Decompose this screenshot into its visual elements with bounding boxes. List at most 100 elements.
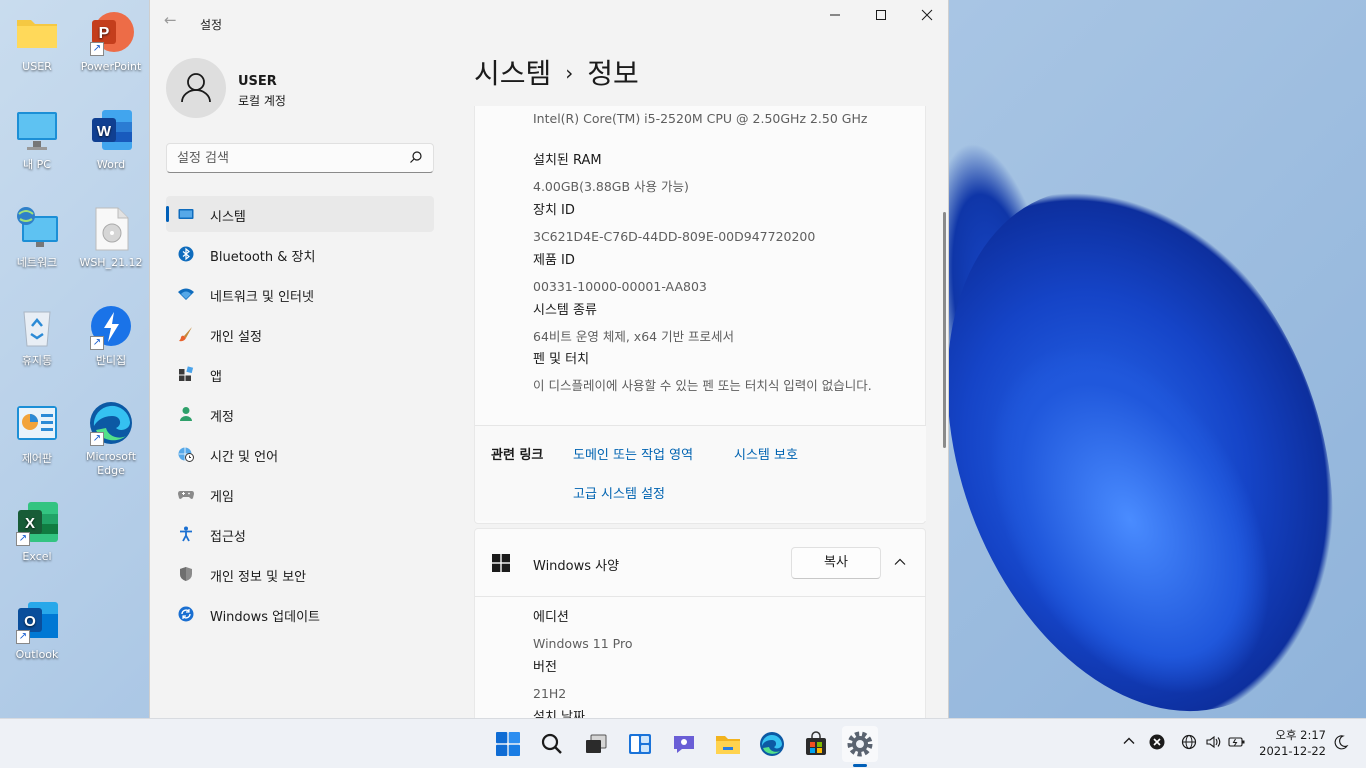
desktop-icon-word[interactable]: W Word [76, 108, 146, 172]
file-explorer-button[interactable] [715, 731, 741, 757]
desktop-icon-recycle-bin[interactable]: 휴지통 [2, 304, 72, 368]
spec-value: 64비트 운영 체제, x64 기반 프로세서 [533, 329, 735, 344]
settings-taskbar-button[interactable] [842, 726, 878, 762]
related-links-title: 관련 링크 [491, 448, 544, 463]
sidebar-item-label: 시스템 [210, 210, 246, 225]
minimize-button[interactable] [812, 0, 858, 34]
tray-overflow-chevron-icon[interactable] [1120, 734, 1138, 752]
windows-specs-header[interactable]: Windows 사양 복사 [475, 529, 926, 597]
shield-icon [180, 567, 192, 581]
desktop-icon-edge[interactable]: ↗ Microsoft Edge [76, 400, 146, 478]
spec-label: 설치 날짜 [533, 710, 585, 718]
sidebar-item-time-language[interactable]: 시간 및 언어 [166, 436, 434, 472]
network-icon [14, 206, 60, 252]
search-input[interactable] [177, 149, 397, 167]
sidebar-item-privacy-security[interactable]: 개인 정보 및 보안 [166, 556, 434, 592]
spec-label: 제품 ID [533, 253, 575, 268]
computer-icon [14, 108, 60, 154]
desktop-icon-label: Microsoft Edge [85, 450, 137, 477]
gamepad-icon [178, 491, 194, 499]
spec-row-device-id: 장치 ID 3C621D4E-C76D-44DD-809E-00D9477202… [533, 201, 873, 247]
title-bar[interactable]: ← 설정 [150, 0, 948, 40]
account-type: 로컬 계정 [238, 94, 286, 108]
link-advanced-system-settings[interactable]: 고급 시스템 설정 [573, 483, 665, 502]
taskbar: 오후 2:17 2021-12-22 [0, 718, 1366, 768]
battery-icon[interactable] [1228, 734, 1246, 752]
store-button[interactable] [803, 731, 829, 757]
back-arrow-icon[interactable]: ← [164, 12, 180, 28]
maximize-button[interactable] [858, 0, 904, 34]
outlook-icon: O ↗ [14, 598, 60, 644]
desktop-icon-control-panel[interactable]: 제어판 [2, 402, 72, 466]
link-system-protection[interactable]: 시스템 보호 [734, 444, 798, 463]
account-name: USER [238, 74, 277, 89]
desktop-icon-label: 휴지통 [21, 354, 53, 367]
maximize-icon [876, 10, 886, 20]
shortcut-arrow-icon: ↗ [90, 336, 104, 350]
link-domain-workgroup[interactable]: 도메인 또는 작업 영역 [573, 444, 693, 463]
spec-value: 00331-10000-00001-AA803 [533, 279, 707, 294]
start-button[interactable] [495, 731, 521, 757]
desktop-icon-label: 네트워크 [16, 256, 58, 269]
desktop-icon-label: Excel [22, 550, 52, 563]
spec-label: 에디션 [533, 610, 569, 625]
related-links: 관련 링크 도메인 또는 작업 영역 시스템 보호 고급 시스템 설정 [475, 425, 926, 521]
sidebar-item-system[interactable]: 시스템 [166, 196, 434, 232]
copy-button[interactable]: 복사 [791, 547, 881, 579]
recycle-bin-icon [14, 304, 60, 350]
desktop-icon-powerpoint[interactable]: P ↗ PowerPoint [76, 10, 146, 74]
sidebar-item-personalization[interactable]: 개인 설정 [166, 316, 434, 352]
notification-moon-icon[interactable] [1332, 734, 1350, 752]
processor-spec: Intel(R) Core(TM) i5-2520M CPU @ 2.50GHz… [533, 109, 873, 129]
taskbar-search-button[interactable] [539, 731, 565, 757]
chat-button[interactable] [671, 731, 697, 757]
desktop-icon-user[interactable]: USER [2, 10, 72, 74]
avatar[interactable] [166, 58, 226, 118]
sidebar-item-label: 계정 [210, 410, 234, 425]
network-globe-icon[interactable] [1180, 734, 1198, 752]
spec-value: Windows 11 Pro [533, 636, 633, 651]
desktop-icon-this-pc[interactable]: 내 PC [2, 108, 72, 172]
sidebar-item-bluetooth[interactable]: Bluetooth & 장치 [166, 236, 434, 272]
spec-value: 3C621D4E-C76D-44DD-809E-00D947720200 [533, 229, 816, 244]
search-box[interactable] [166, 143, 434, 173]
spec-row-install-date: 설치 날짜 [533, 708, 585, 718]
widgets-button[interactable] [627, 731, 653, 757]
update-icon [178, 606, 194, 622]
sidebar-item-windows-update[interactable]: Windows 업데이트 [166, 596, 434, 632]
sidebar-item-gaming[interactable]: 게임 [166, 476, 434, 512]
person-icon [180, 407, 192, 421]
task-view-button[interactable] [583, 731, 609, 757]
sidebar-item-apps[interactable]: 앱 [166, 356, 434, 392]
globe-clock-icon [178, 447, 194, 462]
search-icon[interactable] [409, 150, 423, 164]
volume-icon[interactable] [1204, 734, 1222, 752]
shortcut-arrow-icon: ↗ [16, 532, 30, 546]
close-button[interactable] [904, 0, 948, 34]
sidebar-item-accounts[interactable]: 계정 [166, 396, 434, 432]
windows-specs-card: Windows 사양 복사 에디션 Windows 11 Pro 버전 21H2… [474, 528, 926, 718]
clock-time: 오후 2:17 [1275, 728, 1326, 742]
scrollbar-thumb[interactable] [943, 212, 946, 448]
widgets-icon [629, 734, 651, 754]
sidebar-item-label: 접근성 [210, 530, 246, 545]
content-pane[interactable]: Intel(R) Core(TM) i5-2520M CPU @ 2.50GHz… [474, 106, 926, 718]
spec-row-system-type: 시스템 종류 64비트 운영 체제, x64 기반 프로세서 [533, 301, 873, 347]
sidebar-item-label: Bluetooth & 장치 [210, 250, 316, 265]
edge-taskbar-button[interactable] [759, 731, 785, 757]
edge-icon: ↗ [88, 400, 134, 446]
sidebar-item-label: 시간 및 언어 [210, 450, 279, 465]
desktop-icon-bandizip[interactable]: ↗ 반디집 [76, 304, 146, 368]
desktop-icon-wsh[interactable]: WSH_21.12 [76, 206, 146, 270]
sidebar-item-network[interactable]: 네트워크 및 인터넷 [166, 276, 434, 312]
app-status-icon[interactable] [1148, 734, 1166, 752]
windows-specs-title: Windows 사양 [533, 559, 620, 574]
taskbar-clock[interactable]: 오후 2:17 2021-12-22 [1258, 727, 1326, 759]
breadcrumb-parent[interactable]: 시스템 [474, 57, 551, 90]
desktop-icon-outlook[interactable]: O ↗ Outlook [2, 598, 72, 662]
folder-icon [14, 10, 60, 56]
desktop-icon-network[interactable]: 네트워크 [2, 206, 72, 270]
desktop-icon-excel[interactable]: X ↗ Excel [2, 500, 72, 564]
sidebar-item-accessibility[interactable]: 접근성 [166, 516, 434, 552]
chevron-up-icon[interactable] [893, 555, 907, 569]
